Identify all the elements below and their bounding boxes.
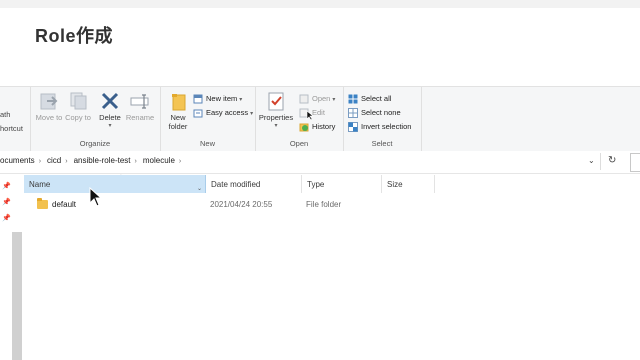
select-none-button[interactable]: Select none <box>348 106 401 119</box>
pin-icon[interactable]: 📌 <box>2 198 11 206</box>
properties-caret-icon: ▾ <box>274 123 278 129</box>
organize-group-label: Organize <box>79 139 111 148</box>
secondary-cursor-icon <box>306 110 314 121</box>
column-header-date-modified[interactable]: Date modified <box>206 175 302 193</box>
address-history-dropdown[interactable]: ⌄ <box>588 156 595 165</box>
properties-label: Properties <box>258 113 294 122</box>
open-label: Open <box>312 94 331 103</box>
breadcrumb-chevron-icon: › <box>134 158 137 165</box>
move-to-button[interactable]: Move to <box>34 91 64 122</box>
select-group-label: Select <box>371 139 393 148</box>
breadcrumb-item-molecule[interactable]: molecule <box>143 156 175 165</box>
column-header-size[interactable]: Size <box>382 175 435 193</box>
refresh-button[interactable]: ↻ <box>608 155 616 166</box>
breadcrumb: ocuments › cicd › ansible-role-test › molecule… <box>0 156 187 165</box>
address-divider <box>600 153 601 170</box>
column-header-name[interactable]: Name ⌄ <box>24 175 206 193</box>
history-label: History <box>312 122 336 131</box>
pin-icon[interactable]: 📌 <box>2 182 11 190</box>
copy-to-button[interactable]: Copy to <box>63 91 93 122</box>
breadcrumb-item-ansible-role-test[interactable]: ansible-role-test <box>74 156 131 165</box>
delete-button[interactable]: Delete ▾ <box>95 91 125 131</box>
new-group-label: New <box>199 139 215 148</box>
delete-x-icon <box>99 91 121 111</box>
invert-selection-label: Invert selection <box>361 122 412 131</box>
file-name: default <box>52 200 77 209</box>
open-icon <box>299 94 309 104</box>
breadcrumb-chevron-icon: › <box>38 158 42 165</box>
move-to-label: Move to <box>35 113 63 122</box>
blank-band <box>0 46 640 86</box>
slide-header: Role作成 <box>0 0 640 47</box>
mouse-cursor-icon <box>89 187 103 207</box>
address-bar[interactable]: ocuments › cicd › ansible-role-test › molecule… <box>0 151 640 174</box>
file-date-modified: 2021/04/24 20:55 <box>210 200 273 209</box>
new-item-label: New item <box>206 94 238 103</box>
breadcrumb-item-documents[interactable]: ocuments <box>0 156 35 165</box>
move-to-icon <box>38 91 60 111</box>
open-button[interactable]: Open ▾ <box>299 92 335 105</box>
ribbon: ath hortcut Move to Copy to Delete ▾ Ren… <box>0 86 640 152</box>
open-group-label: Open <box>289 139 309 148</box>
file-row[interactable]: default 2021/04/24 20:55 File folder <box>24 197 444 213</box>
select-none-label: Select none <box>361 108 401 117</box>
invert-selection-button[interactable]: Invert selection <box>348 120 411 133</box>
rename-button[interactable]: Rename <box>125 91 155 122</box>
new-folder-button[interactable]: New folder <box>162 91 194 131</box>
chevron-down-icon: ⌄ <box>588 156 595 165</box>
breadcrumb-chevron-icon: › <box>65 158 68 165</box>
new-item-icon <box>193 94 203 104</box>
folder-icon <box>37 198 48 209</box>
search-input[interactable] <box>630 153 640 172</box>
properties-button[interactable]: Properties ▾ <box>258 91 294 131</box>
breadcrumb-chevron-icon: › <box>178 158 182 165</box>
paste-shortcut-button[interactable]: hortcut <box>0 122 23 135</box>
breadcrumb-item-cicd[interactable]: cicd <box>47 156 61 165</box>
column-header-type[interactable]: Type <box>302 175 382 193</box>
new-item-caret-icon: ▾ <box>239 97 243 103</box>
column-header-date-label: Date modified <box>211 180 261 189</box>
rename-icon <box>129 91 151 111</box>
navigation-scrollbar[interactable] <box>12 232 22 360</box>
invert-selection-icon <box>348 122 358 133</box>
clipboard-group: ath hortcut <box>0 87 31 151</box>
column-header-size-label: Size <box>387 180 403 189</box>
column-headers: Name ⌄ Date modified Type Size <box>24 175 640 193</box>
select-all-icon <box>348 94 358 105</box>
delete-label: Delete <box>99 113 121 122</box>
column-header-name-label: Name <box>29 180 51 189</box>
history-icon <box>299 122 309 132</box>
open-group: Properties ▾ Open ▾ Edit History Open <box>255 87 344 151</box>
select-all-button[interactable]: Select all <box>348 92 391 105</box>
select-none-icon <box>348 108 358 119</box>
pin-icon[interactable]: 📌 <box>2 214 11 222</box>
refresh-icon: ↻ <box>608 155 617 166</box>
history-button[interactable]: History <box>299 120 335 133</box>
open-caret-icon: ▾ <box>332 97 336 103</box>
new-folder-label: New folder <box>168 113 188 131</box>
new-item-button[interactable]: New item ▾ <box>193 92 242 105</box>
new-folder-icon <box>167 91 189 111</box>
easy-access-button[interactable]: Easy access ▾ <box>193 106 253 119</box>
rename-label: Rename <box>125 113 155 122</box>
file-type: File folder <box>306 200 342 209</box>
copy-path-button[interactable]: ath <box>0 108 10 121</box>
properties-check-icon <box>265 91 287 111</box>
chevron-down-icon[interactable]: ⌄ <box>197 179 202 199</box>
easy-access-label: Easy access <box>206 108 249 117</box>
select-group: Select all Select none Invert selection … <box>343 87 422 151</box>
new-group: New folder New item ▾ Easy access ▾ New <box>160 87 256 151</box>
slide-title: Role作成 <box>35 26 114 46</box>
delete-caret-icon: ▾ <box>108 123 112 129</box>
easy-access-caret-icon: ▾ <box>250 111 254 117</box>
select-all-label: Select all <box>361 94 392 103</box>
copy-to-label: Copy to <box>65 113 91 122</box>
easy-access-icon <box>193 108 203 118</box>
copy-to-icon <box>67 91 89 111</box>
organize-group: Move to Copy to Delete ▾ Rename Organize <box>30 87 161 151</box>
column-header-type-label: Type <box>307 180 325 189</box>
